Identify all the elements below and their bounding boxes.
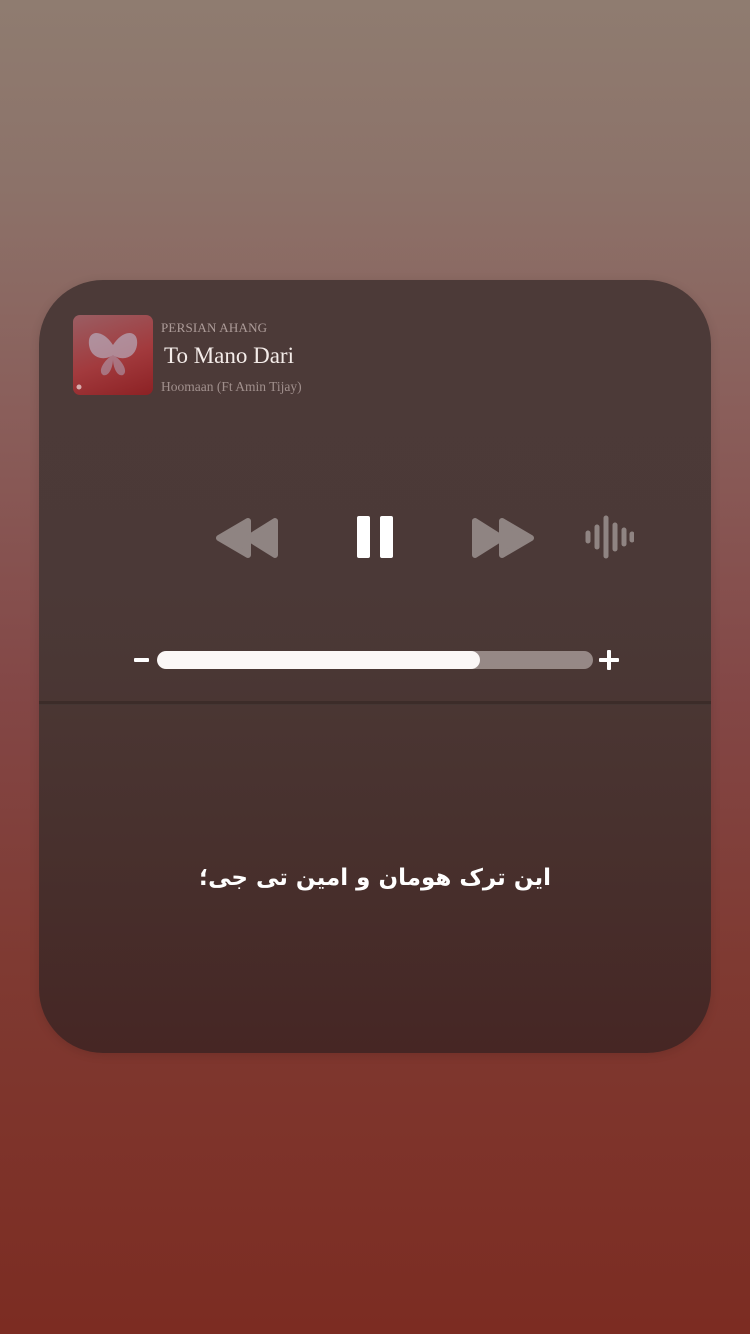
- volume-slider[interactable]: [157, 651, 593, 669]
- volume-up-icon[interactable]: [599, 650, 619, 670]
- track-title: To Mano Dari: [164, 343, 294, 368]
- album-artwork[interactable]: [73, 315, 153, 395]
- rewind-icon[interactable]: [215, 516, 281, 560]
- card-divider: [39, 701, 711, 705]
- volume-down-icon[interactable]: [134, 650, 149, 670]
- volume-slider-fill: [157, 651, 480, 669]
- now-playing-card: PERSIAN AHANG To Mano Dari Hoomaan (Ft A…: [39, 280, 711, 1053]
- waveform-icon[interactable]: [584, 515, 634, 559]
- app-name: PERSIAN AHANG: [161, 320, 268, 335]
- pause-icon[interactable]: [355, 514, 395, 560]
- track-artist: Hoomaan (Ft Amin Tijay): [161, 379, 302, 394]
- fast-forward-icon[interactable]: [469, 516, 535, 560]
- story-caption: این ترک هومان و امین تی جی؛: [198, 865, 552, 891]
